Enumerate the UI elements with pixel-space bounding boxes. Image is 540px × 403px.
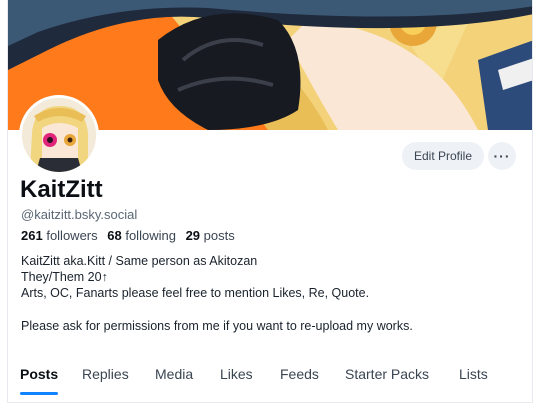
active-tab-indicator <box>20 392 58 395</box>
tab-replies[interactable]: Replies <box>82 366 129 382</box>
bio-line: KaitZitt aka.Kitt / Same person as Akito… <box>21 254 258 268</box>
edit-profile-button[interactable]: Edit Profile <box>402 142 484 170</box>
tab-media[interactable]: Media <box>155 366 193 382</box>
profile-tabs: Posts Replies Media Likes Feeds Starter … <box>8 360 532 403</box>
avatar-image <box>22 98 96 172</box>
followers-link[interactable]: 261 followers <box>21 228 98 243</box>
posts-stat: 29 posts <box>186 228 235 243</box>
tab-likes[interactable]: Likes <box>220 366 253 382</box>
following-count: 68 <box>107 228 122 243</box>
following-link[interactable]: 68 following <box>107 228 176 243</box>
profile-bio: KaitZitt aka.Kitt / Same person as Akito… <box>21 253 413 334</box>
bio-line: They/Them 20↑ <box>21 270 108 285</box>
profile-page: Edit Profile ··· KaitZitt @kaitzitt.bsky… <box>7 0 533 403</box>
avatar[interactable] <box>19 95 99 175</box>
tab-posts[interactable]: Posts <box>20 366 58 382</box>
bio-line: Please ask for permissions from me if yo… <box>21 318 413 333</box>
tab-starter-packs[interactable]: Starter Packs <box>345 366 429 382</box>
posts-label: posts <box>203 228 235 243</box>
bio-line: Arts, OC, Fanarts please feel free to me… <box>21 286 370 301</box>
profile-handle: @kaitzitt.bsky.social <box>21 207 138 222</box>
more-options-button[interactable]: ··· <box>488 142 516 170</box>
profile-stats: 261 followers 68 following 29 posts <box>21 228 241 243</box>
posts-count: 29 <box>185 228 201 243</box>
following-label: following <box>125 228 176 243</box>
tab-lists[interactable]: Lists <box>459 366 488 382</box>
followers-label: followers <box>46 228 98 243</box>
tab-feeds[interactable]: Feeds <box>280 366 319 382</box>
bio-line <box>21 302 413 318</box>
followers-count: 261 <box>21 228 43 243</box>
display-name: KaitZitt <box>20 176 103 203</box>
more-horizontal-icon: ··· <box>493 148 511 164</box>
